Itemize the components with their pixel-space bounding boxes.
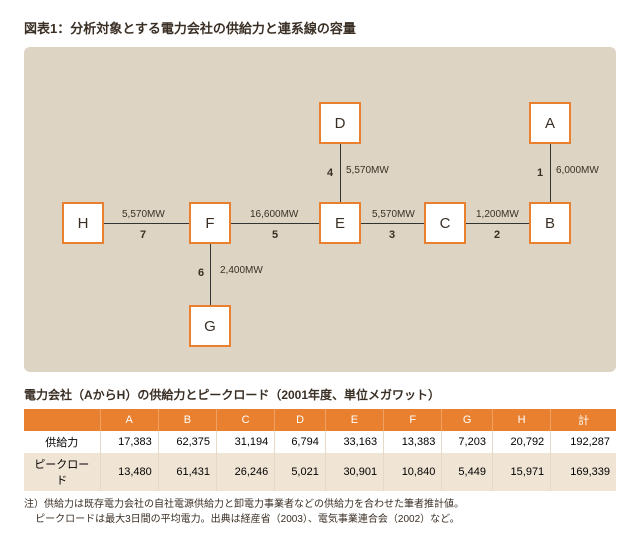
capacity-table: A B C D E F G H 計 供給力 17,383 62,375 31,1… (24, 409, 616, 491)
table-cell: 13,383 (384, 431, 442, 453)
node-g: G (189, 305, 231, 347)
row-label: 供給力 (24, 431, 100, 453)
note-line-1: 供給力は既存電力会社の自社電源供給力と卸電力事業者などの供給力を合わせた筆者推計… (44, 499, 464, 510)
table-cell: 30,901 (325, 453, 383, 491)
table-cell: 33,163 (325, 431, 383, 453)
node-a: A (529, 102, 571, 144)
table-header-blank (24, 409, 100, 431)
table-cell: 17,383 (100, 431, 158, 453)
edge-4 (340, 144, 341, 202)
node-b: B (529, 202, 571, 244)
node-e: E (319, 202, 361, 244)
link-cap-7: 5,570MW (122, 209, 165, 220)
link-num-6: 6 (198, 267, 204, 279)
table-row: ピークロード 13,480 61,431 26,246 5,021 30,901… (24, 453, 616, 491)
link-num-5: 5 (272, 229, 278, 241)
table-cell: 15,971 (492, 453, 550, 491)
link-num-1: 1 (537, 167, 543, 179)
link-cap-5: 16,600MW (250, 209, 298, 220)
table-title: 電力会社（AからH）の供給力とピークロード（2001年度、単位メガワット） (24, 386, 616, 403)
table-cell: 61,431 (158, 453, 216, 491)
table-cell: 26,246 (217, 453, 275, 491)
node-h: H (62, 202, 104, 244)
table-header: F (384, 409, 442, 431)
link-num-2: 2 (494, 229, 500, 241)
edge-2 (466, 223, 529, 224)
table-header: G (442, 409, 493, 431)
link-num-4: 4 (327, 167, 333, 179)
note-line-2: ピークロードは最大3日間の平均電力。出典は経産省（2003）、電気事業連合会（2… (35, 514, 460, 525)
node-f: F (189, 202, 231, 244)
table-header: E (325, 409, 383, 431)
table-cell: 6,794 (275, 431, 326, 453)
table-row: 供給力 17,383 62,375 31,194 6,794 33,163 13… (24, 431, 616, 453)
link-cap-1: 6,000MW (556, 165, 599, 176)
node-c: C (424, 202, 466, 244)
link-cap-3: 5,570MW (372, 209, 415, 220)
edge-3 (361, 223, 424, 224)
table-cell: 20,792 (492, 431, 550, 453)
table-cell: 13,480 (100, 453, 158, 491)
table-header-row: A B C D E F G H 計 (24, 409, 616, 431)
link-num-3: 3 (389, 229, 395, 241)
table-header: B (158, 409, 216, 431)
table-header: C (217, 409, 275, 431)
table-header: D (275, 409, 326, 431)
table-cell: 5,021 (275, 453, 326, 491)
table-header: H (492, 409, 550, 431)
footnote: 注）供給力は既存電力会社の自社電源供給力と卸電力事業者などの供給力を合わせた筆者… (24, 497, 616, 527)
figure-title: 図表1：分析対象とする電力会社の供給力と連系線の容量 (24, 18, 616, 37)
link-num-7: 7 (140, 229, 146, 241)
table-cell: 192,287 (551, 431, 616, 453)
table-cell: 7,203 (442, 431, 493, 453)
node-d: D (319, 102, 361, 144)
edge-7 (104, 223, 189, 224)
link-cap-4: 5,570MW (346, 165, 389, 176)
table-header: 計 (551, 409, 616, 431)
row-label: ピークロード (24, 453, 100, 491)
edge-1 (550, 144, 551, 202)
table-cell: 5,449 (442, 453, 493, 491)
edge-5 (231, 223, 319, 224)
edge-6 (210, 244, 211, 305)
table-cell: 62,375 (158, 431, 216, 453)
note-prefix: 注） (24, 499, 44, 510)
table-cell: 31,194 (217, 431, 275, 453)
link-cap-2: 1,200MW (476, 209, 519, 220)
table-cell: 169,339 (551, 453, 616, 491)
link-cap-6: 2,400MW (220, 265, 263, 276)
table-cell: 10,840 (384, 453, 442, 491)
table-header: A (100, 409, 158, 431)
network-diagram: H F G E D C B A 7 5 3 2 6 4 1 5,570MW 16… (24, 47, 616, 372)
